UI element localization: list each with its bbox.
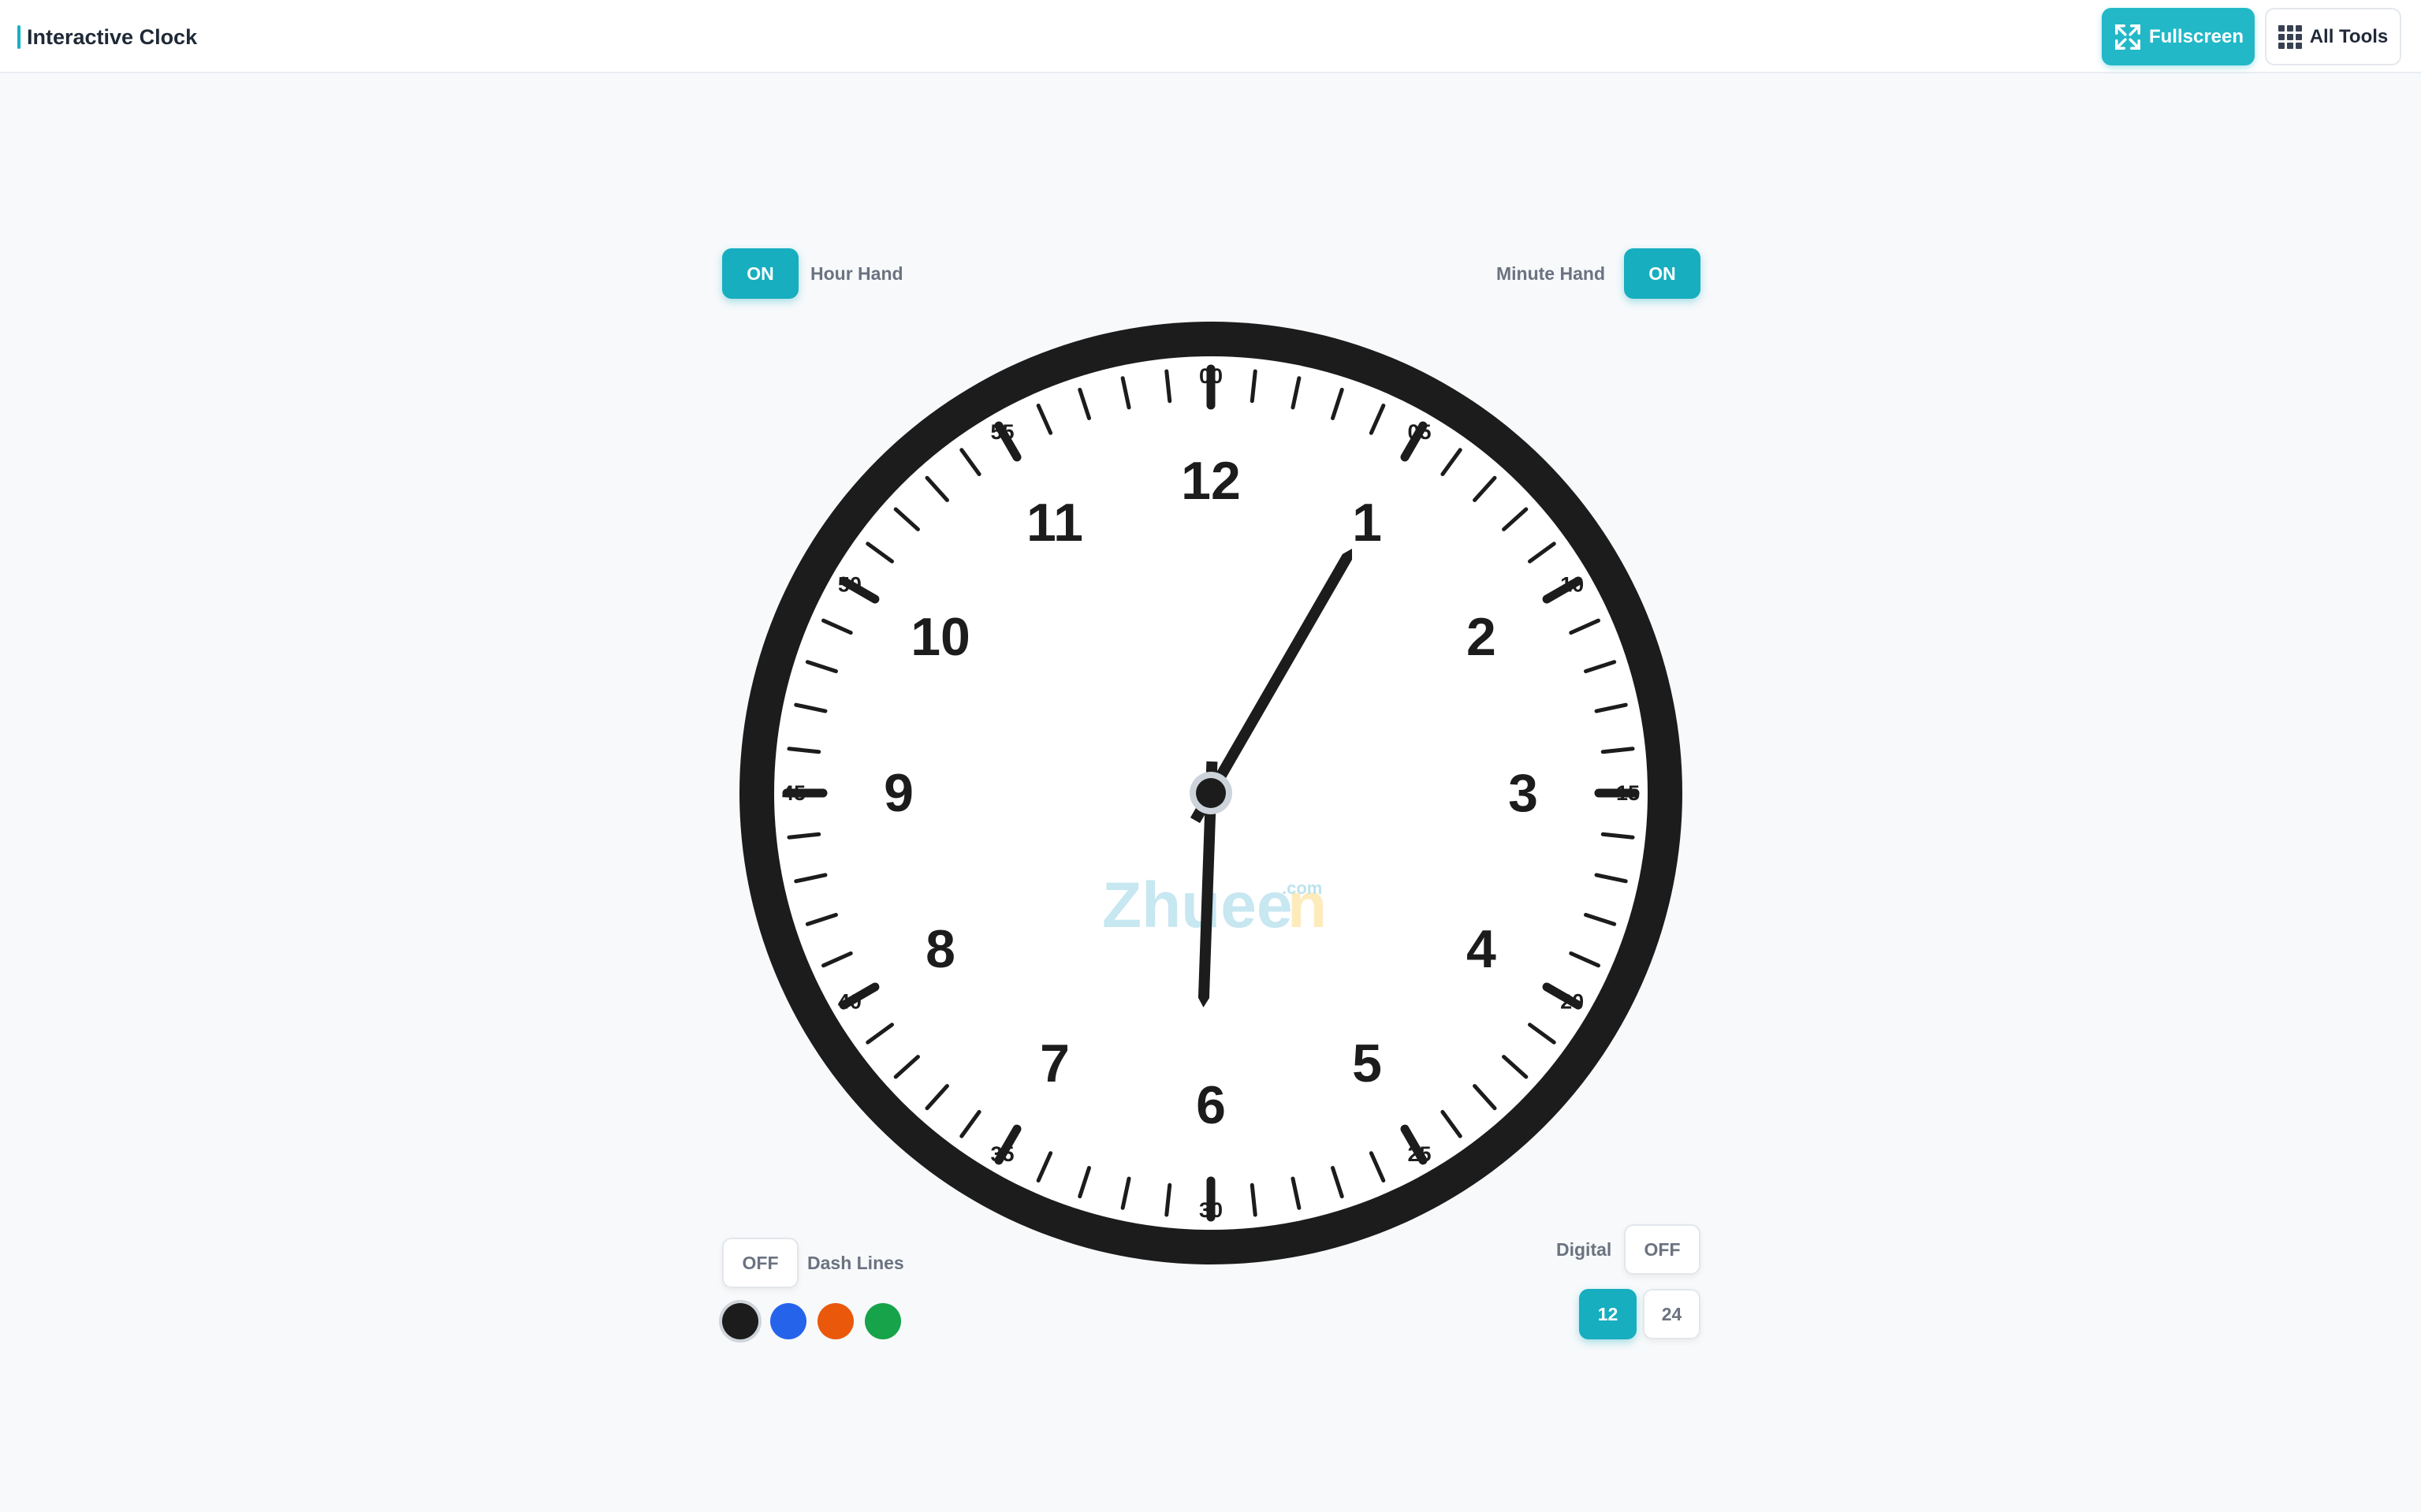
- all-tools-label: All Tools: [2309, 25, 2389, 47]
- fullscreen-button[interactable]: Fullscreen: [2102, 8, 2255, 65]
- hour-number: 12: [1181, 451, 1241, 511]
- app-title: Interactive Clock: [27, 24, 198, 49]
- hour-number: 4: [1466, 919, 1496, 979]
- brand: Interactive Clock: [17, 22, 197, 52]
- hour-number: 11: [1026, 493, 1083, 553]
- hour-number: 3: [1508, 763, 1538, 823]
- minute-hand-toggle[interactable]: ON: [1624, 248, 1700, 299]
- minute-label: 20: [1560, 990, 1584, 1014]
- hour-number: 8: [926, 919, 955, 979]
- hour-hand-toggle[interactable]: ON: [722, 248, 799, 299]
- hour-hand-label: Hour Hand: [810, 263, 903, 284]
- digital-toggle[interactable]: OFF: [1624, 1224, 1700, 1275]
- minute-label: 45: [782, 781, 806, 805]
- hour-number: 2: [1466, 607, 1496, 667]
- minute-label: 10: [1560, 573, 1584, 597]
- dash-lines-label: Dash Lines: [807, 1253, 904, 1273]
- grid-icon: [2278, 24, 2302, 49]
- top-bar: Interactive Clock Fullscreen All Tools: [0, 0, 2421, 73]
- minute-label: 35: [990, 1142, 1014, 1166]
- digital-label: Digital: [1556, 1239, 1612, 1260]
- minute-label: 05: [1407, 420, 1431, 444]
- analog-clock: 000510152025303540455055121234567891011Z…: [739, 322, 1682, 1264]
- color-swatch-blue[interactable]: [770, 1303, 806, 1339]
- hour-number: 9: [884, 763, 914, 823]
- minute-label: 00: [1199, 364, 1223, 388]
- minute-hand-label: Minute Hand: [1496, 263, 1605, 284]
- format-12-button[interactable]: 12: [1579, 1289, 1637, 1339]
- watermark-suffix: .com: [1282, 878, 1322, 898]
- brand-accent-bar: [17, 25, 20, 49]
- color-swatch-black[interactable]: [722, 1303, 758, 1339]
- minute-label: 40: [838, 990, 862, 1014]
- hour-number: 10: [911, 607, 970, 667]
- minute-label: 30: [1199, 1198, 1223, 1222]
- center-cap: [1196, 778, 1226, 808]
- all-tools-button[interactable]: All Tools: [2265, 8, 2401, 65]
- minute-label: 50: [838, 573, 862, 597]
- format-24-button[interactable]: 24: [1643, 1289, 1700, 1339]
- watermark-logo: Zhuee: [1102, 870, 1292, 941]
- dash-lines-toggle[interactable]: OFF: [722, 1238, 799, 1288]
- color-swatch-orange[interactable]: [818, 1303, 854, 1339]
- color-swatch-green[interactable]: [865, 1303, 901, 1339]
- minute-label: 55: [990, 420, 1014, 444]
- minute-label: 15: [1616, 781, 1640, 805]
- hour-number: 6: [1196, 1075, 1226, 1135]
- expand-icon: [2114, 24, 2140, 50]
- hour-number: 7: [1040, 1033, 1070, 1093]
- hour-number: 1: [1352, 493, 1382, 553]
- minute-label: 25: [1407, 1142, 1431, 1166]
- fullscreen-label: Fullscreen: [2148, 25, 2244, 47]
- hour-number: 5: [1352, 1033, 1382, 1093]
